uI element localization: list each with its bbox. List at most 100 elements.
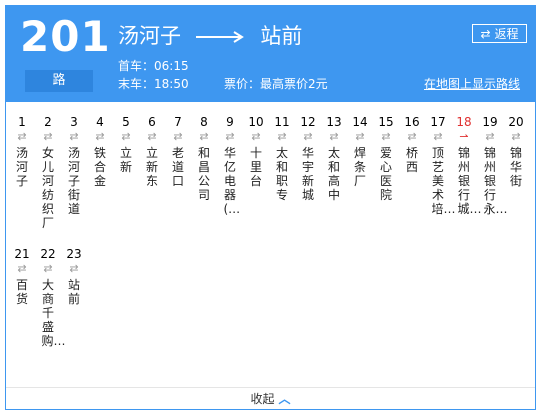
route-times: 首车：06:15 末车：18:50	[118, 57, 189, 93]
stop-item[interactable]: 20 ⇄ 锦华街	[505, 114, 527, 188]
stop-item[interactable]: 3 ⇄ 汤河子街道	[63, 114, 85, 216]
route-to: 站前	[260, 24, 303, 48]
stop-item[interactable]: 23 ⇄ 站前	[63, 246, 85, 306]
stop-name: 顶艺美术培…	[431, 146, 456, 216]
stop-item[interactable]: 22 ⇄ 大商千盛购…	[37, 246, 66, 348]
stop-item[interactable]: 21 ⇄ 百货	[11, 246, 33, 306]
bidirectional-arrow-icon: ⇄	[303, 130, 313, 143]
bidirectional-arrow-icon: ⇄	[69, 262, 79, 275]
collapse-button[interactable]: 收起 ︿	[6, 387, 535, 410]
stop-number: 14	[352, 115, 368, 129]
first-bus-time: 首车：06:15	[118, 59, 189, 73]
stop-item[interactable]: 11 ⇄ 太和职专	[271, 114, 293, 202]
stop-number: 21	[14, 247, 30, 261]
stop-item[interactable]: 10 ⇄ 十里台	[245, 114, 267, 188]
bidirectional-arrow-icon: ⇄	[95, 130, 105, 143]
bidirectional-arrow-icon: ⇄	[277, 130, 287, 143]
stop-name: 站前	[67, 278, 80, 306]
stop-number: 2	[44, 115, 52, 129]
stop-number: 15	[378, 115, 394, 129]
stop-name: 百货	[15, 278, 28, 306]
bidirectional-arrow-icon: ⇄	[173, 130, 183, 143]
bidirectional-arrow-icon: ⇄	[407, 130, 417, 143]
stop-item[interactable]: 12 ⇄ 华宇新城	[297, 114, 319, 202]
stop-item[interactable]: 4 ⇄ 铁合金	[89, 114, 111, 188]
bidirectional-arrow-icon: ⇄	[485, 130, 495, 143]
stop-item[interactable]: 9 ⇄ 华亿电器(…	[219, 114, 241, 216]
stop-name: 太和职专	[275, 146, 288, 202]
stop-number: 12	[300, 115, 316, 129]
route-endpoints: 汤河子 站前	[118, 20, 302, 50]
stop-number: 9	[226, 115, 234, 129]
stop-item[interactable]: 19 ⇄ 锦州银行永…	[479, 114, 507, 216]
stop-number: 4	[96, 115, 104, 129]
stop-item[interactable]: 6 ⇄ 立新东	[141, 114, 163, 188]
stop-number: 1	[18, 115, 26, 129]
stop-name: 老道口	[171, 146, 184, 188]
stop-number: 23	[66, 247, 82, 261]
stop-number: 13	[326, 115, 342, 129]
stop-number: 16	[404, 115, 420, 129]
stop-number: 22	[40, 247, 56, 261]
bidirectional-arrow-icon: ⇄	[17, 262, 27, 275]
route-number: 201	[20, 12, 111, 61]
stop-item[interactable]: 18 ⇀ 锦州银行城…	[453, 114, 482, 216]
bidirectional-arrow-icon: ⇄	[69, 130, 79, 143]
bidirectional-arrow-icon: ⇄	[199, 130, 209, 143]
stop-item[interactable]: 17 ⇄ 顶艺美术培…	[427, 114, 456, 216]
stop-item[interactable]: 5 ⇄ 立新	[115, 114, 137, 174]
stop-item[interactable]: 14 ⇄ 焊条厂	[349, 114, 371, 188]
return-trip-button[interactable]: ⇄ 返程	[472, 24, 527, 43]
stop-number: 3	[70, 115, 78, 129]
bus-route-panel: 201 路 汤河子 站前 首车：06:15 末车：18:50 票价：最高票价2元…	[5, 5, 536, 410]
bidirectional-arrow-icon: ⇄	[225, 130, 235, 143]
fare-info: 票价：最高票价2元	[224, 77, 328, 91]
return-label: 返程	[494, 27, 519, 41]
stop-item[interactable]: 13 ⇄ 太和高中	[323, 114, 345, 202]
stop-number: 19	[482, 115, 498, 129]
stop-name: 太和高中	[327, 146, 340, 202]
swap-icon: ⇄	[480, 27, 491, 41]
stop-name: 铁合金	[93, 146, 106, 188]
stop-item[interactable]: 15 ⇄ 爱心医院	[375, 114, 397, 202]
route-header: 201 路 汤河子 站前 首车：06:15 末车：18:50 票价：最高票价2元…	[6, 6, 535, 102]
stop-name: 大商千盛购…	[41, 278, 66, 348]
bidirectional-arrow-icon: ⇄	[43, 262, 53, 275]
long-arrow-icon	[195, 25, 246, 49]
bidirectional-arrow-icon: ⇄	[147, 130, 157, 143]
stop-number: 6	[148, 115, 156, 129]
stop-number: 7	[174, 115, 182, 129]
stop-name: 华宇新城	[301, 146, 314, 202]
stop-item[interactable]: 2 ⇄ 女儿河纺织厂	[37, 114, 59, 230]
stop-number: 10	[248, 115, 264, 129]
route-from: 汤河子	[118, 24, 181, 48]
stop-number: 11	[274, 115, 290, 129]
stop-name: 焊条厂	[353, 146, 366, 188]
bidirectional-arrow-icon: ⇄	[511, 130, 521, 143]
show-on-map-link[interactable]: 在地图上显示路线	[424, 75, 520, 92]
last-bus-time: 末车：18:50	[118, 77, 189, 91]
stop-item[interactable]: 8 ⇄ 和昌公司	[193, 114, 215, 202]
chevron-up-icon: ︿	[278, 392, 291, 406]
stop-name: 十里台	[249, 146, 262, 188]
stop-name: 爱心医院	[379, 146, 392, 202]
stop-item[interactable]: 7 ⇄ 老道口	[167, 114, 189, 188]
stop-item[interactable]: 1 ⇄ 汤河子	[11, 114, 33, 188]
stop-name: 立新东	[145, 146, 158, 188]
bidirectional-arrow-icon: ⇄	[251, 130, 261, 143]
bidirectional-arrow-icon: ⇄	[381, 130, 391, 143]
stop-name: 华亿电器(…	[223, 146, 241, 216]
stop-name: 汤河子街道	[67, 146, 80, 216]
route-suffix: 路	[25, 70, 93, 92]
stop-name: 汤河子	[15, 146, 28, 188]
bidirectional-arrow-icon: ⇀	[459, 130, 469, 143]
bidirectional-arrow-icon: ⇄	[329, 130, 339, 143]
stop-name: 立新	[119, 146, 132, 174]
bidirectional-arrow-icon: ⇄	[43, 130, 53, 143]
stop-item[interactable]: 16 ⇄ 桥西	[401, 114, 423, 174]
stop-number: 20	[508, 115, 524, 129]
stop-name: 锦州银行城…	[457, 146, 482, 216]
stop-name: 和昌公司	[197, 146, 210, 202]
bidirectional-arrow-icon: ⇄	[17, 130, 27, 143]
stop-number: 8	[200, 115, 208, 129]
